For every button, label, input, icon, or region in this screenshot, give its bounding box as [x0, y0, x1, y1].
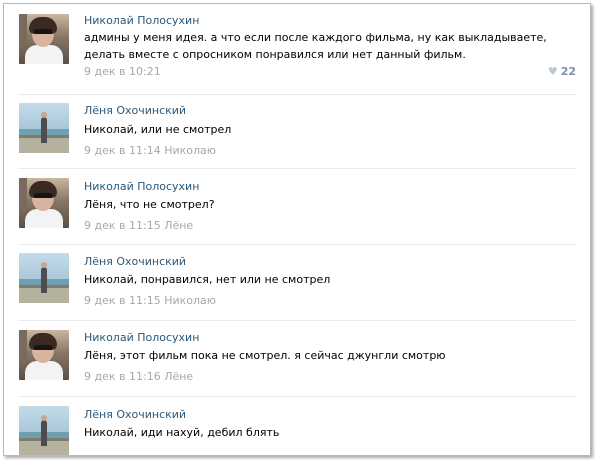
- comment-date[interactable]: 9 дек в 11:16: [84, 370, 161, 383]
- comment-text: Николай, или не смотрел: [84, 123, 232, 136]
- comment-text: Лёня, что не смотрел?: [84, 198, 215, 211]
- comment-text: Николай, понравился, нет или не смотрел: [84, 273, 331, 286]
- comment-text: Николай, иди нахуй, дебил блять: [84, 426, 280, 439]
- author-name[interactable]: Лёня Охочинский: [84, 104, 186, 117]
- reply-to-link[interactable]: Николаю: [164, 294, 216, 307]
- like-count: 22: [560, 65, 576, 78]
- author-name[interactable]: Николай Полосухин: [84, 14, 199, 27]
- avatar[interactable]: [19, 406, 69, 455]
- comment-item: Лёня Охочинский Николай, понравился, нет…: [4, 245, 590, 320]
- author-name[interactable]: Николай Полосухин: [84, 331, 199, 344]
- avatar[interactable]: [19, 178, 69, 228]
- comment-item: Лёня Охочинский Николай, или не смотрел …: [4, 95, 590, 170]
- avatar[interactable]: [19, 103, 69, 153]
- comment-meta: 9 дек в 11:15 Николаю: [84, 294, 216, 307]
- author-name[interactable]: Лёня Охочинский: [84, 408, 186, 421]
- comment-date[interactable]: 9 дек в 10:21: [84, 65, 161, 78]
- comments-panel: Николай Полосухин админы у меня идея. а …: [3, 3, 591, 456]
- comment-item: Николай Полосухин админы у меня идея. а …: [4, 4, 590, 94]
- comment-date[interactable]: 9 дек в 11:15: [84, 294, 161, 307]
- comment-text: админы у меня идея. а что если после каж…: [84, 31, 547, 61]
- comment-meta: 9 дек в 11:16 Лёне: [84, 370, 193, 383]
- author-name[interactable]: Николай Полосухин: [84, 180, 199, 193]
- like-button[interactable]: ♥ 22: [548, 65, 576, 78]
- comment-item: Николай Полосухин Лёня, что не смотрел? …: [4, 169, 590, 244]
- heart-icon: ♥: [547, 65, 558, 78]
- comment-item: Лёня Охочинский Николай, иди нахуй, деби…: [4, 397, 590, 455]
- comment-meta: 9 дек в 11:15 Лёне: [84, 219, 193, 232]
- comment-text: Лёня, этот фильм пока не смотрел. я сейч…: [84, 349, 446, 362]
- reply-to-link[interactable]: Николаю: [164, 144, 216, 157]
- avatar[interactable]: [19, 253, 69, 303]
- comment-date[interactable]: 9 дек в 11:15: [84, 219, 161, 232]
- comment-meta: 9 дек в 11:14 Николаю: [84, 144, 216, 157]
- reply-to-link[interactable]: Лёне: [164, 370, 193, 383]
- avatar[interactable]: [19, 14, 69, 64]
- comment-item: Николай Полосухин Лёня, этот фильм пока …: [4, 321, 590, 396]
- reply-to-link[interactable]: Лёне: [164, 219, 193, 232]
- comment-date[interactable]: 9 дек в 11:14: [84, 144, 161, 157]
- author-name[interactable]: Лёня Охочинский: [84, 255, 186, 268]
- avatar[interactable]: [19, 330, 69, 380]
